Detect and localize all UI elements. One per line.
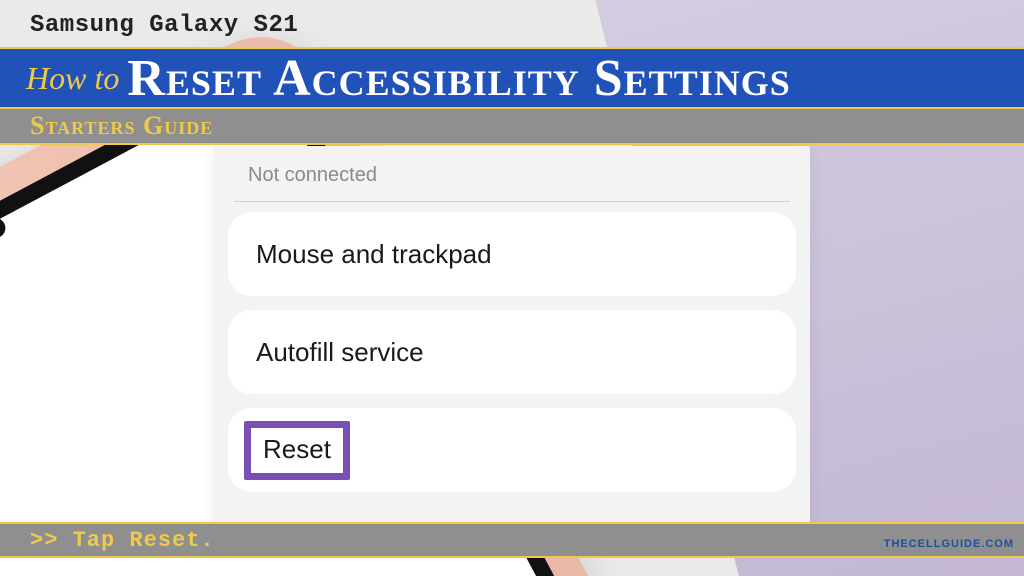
title-band: How to Reset Accessibility Settings (0, 47, 1024, 109)
settings-panel: Not connected Mouse and trackpad Autofil… (214, 146, 810, 526)
page-title: Reset Accessibility Settings (127, 49, 790, 108)
watermark: THECELLGUIDE.COM (884, 538, 1014, 550)
how-to-label: How to (26, 60, 119, 97)
settings-row-label: Reset (263, 434, 331, 464)
settings-row-mouse-trackpad[interactable]: Mouse and trackpad (228, 212, 796, 296)
divider (234, 201, 790, 202)
subtitle-band: Starters Guide (0, 109, 1024, 145)
device-label: Samsung Galaxy S21 (30, 12, 298, 39)
subtitle-label: Starters Guide (30, 111, 213, 141)
settings-row-label: Autofill service (256, 337, 424, 368)
highlight-box: Reset (244, 421, 350, 480)
settings-row-reset[interactable]: Reset (228, 408, 796, 492)
tutorial-slide: Samsung Galaxy S21 How to Reset Accessib… (0, 0, 1024, 576)
connection-status: Not connected (228, 146, 796, 201)
instruction-band: >> Tap Reset. (0, 522, 1024, 558)
settings-row-autofill[interactable]: Autofill service (228, 310, 796, 394)
instruction-text: >> Tap Reset. (30, 528, 215, 553)
settings-row-label: Mouse and trackpad (256, 239, 492, 270)
